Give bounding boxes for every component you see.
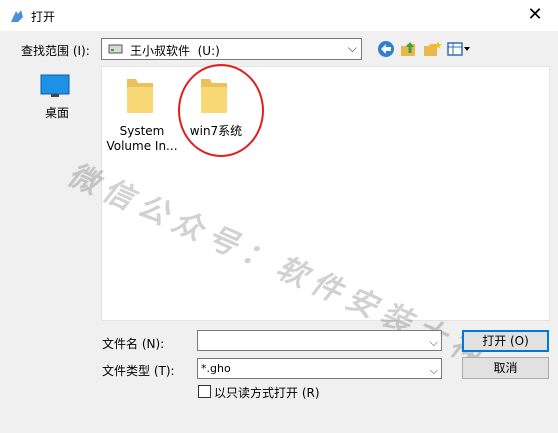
open-button[interactable]: 打开 (O) (462, 330, 549, 352)
lookin-label: 查找范围 (I): (21, 44, 90, 58)
filename-input[interactable]: ⌵ (197, 330, 442, 351)
readonly-label[interactable]: 以只读方式打开 (R) (214, 384, 320, 401)
readonly-checkbox[interactable] (198, 385, 211, 398)
back-arrow-icon (378, 41, 394, 57)
lookin-value: 王小叔软件 (U:) (130, 44, 220, 58)
file-item-system-volume[interactable]: System Volume In... (102, 67, 182, 157)
filetype-label: 文件类型 (T): (102, 364, 175, 378)
drive-icon (108, 44, 123, 54)
view-menu-button[interactable] (446, 39, 472, 59)
place-label: 桌面 (44, 106, 69, 120)
window-title: 打开 (31, 10, 56, 24)
cancel-button[interactable]: 取消 (462, 357, 549, 379)
folder-icon (201, 79, 227, 113)
places-bar: 桌面 (13, 67, 93, 320)
file-label: win7系统 (189, 124, 243, 138)
desktop-icon (40, 74, 70, 97)
up-folder-button[interactable] (399, 39, 419, 59)
lookin-dropdown[interactable]: 王小叔软件 (U:) ⌵ (101, 38, 362, 60)
place-desktop[interactable]: 桌面 (18, 72, 86, 124)
close-button[interactable]: ✕ (520, 3, 550, 27)
file-label: System Volume In... (106, 124, 178, 153)
filetype-value: *.gho (201, 362, 231, 375)
filename-label: 文件名 (N): (102, 337, 165, 351)
new-folder-button[interactable] (422, 39, 442, 59)
chevron-down-icon: ⌵ (347, 41, 357, 55)
app-icon (11, 10, 23, 22)
up-folder-icon (401, 42, 415, 56)
new-folder-icon (424, 41, 442, 56)
folder-icon (127, 79, 153, 113)
back-button[interactable] (376, 39, 396, 59)
file-list[interactable]: System Volume In... win7系统 (101, 66, 550, 321)
view-menu-icon (447, 42, 470, 56)
title-bar: 打开 ✕ (0, 0, 558, 31)
file-item-win7[interactable]: win7系统 (176, 67, 256, 157)
filetype-dropdown[interactable]: *.gho ⌵ (197, 358, 442, 379)
chevron-down-icon: ⌵ (429, 364, 438, 377)
close-icon: ✕ (527, 4, 543, 25)
chevron-down-icon: ⌵ (429, 336, 438, 349)
